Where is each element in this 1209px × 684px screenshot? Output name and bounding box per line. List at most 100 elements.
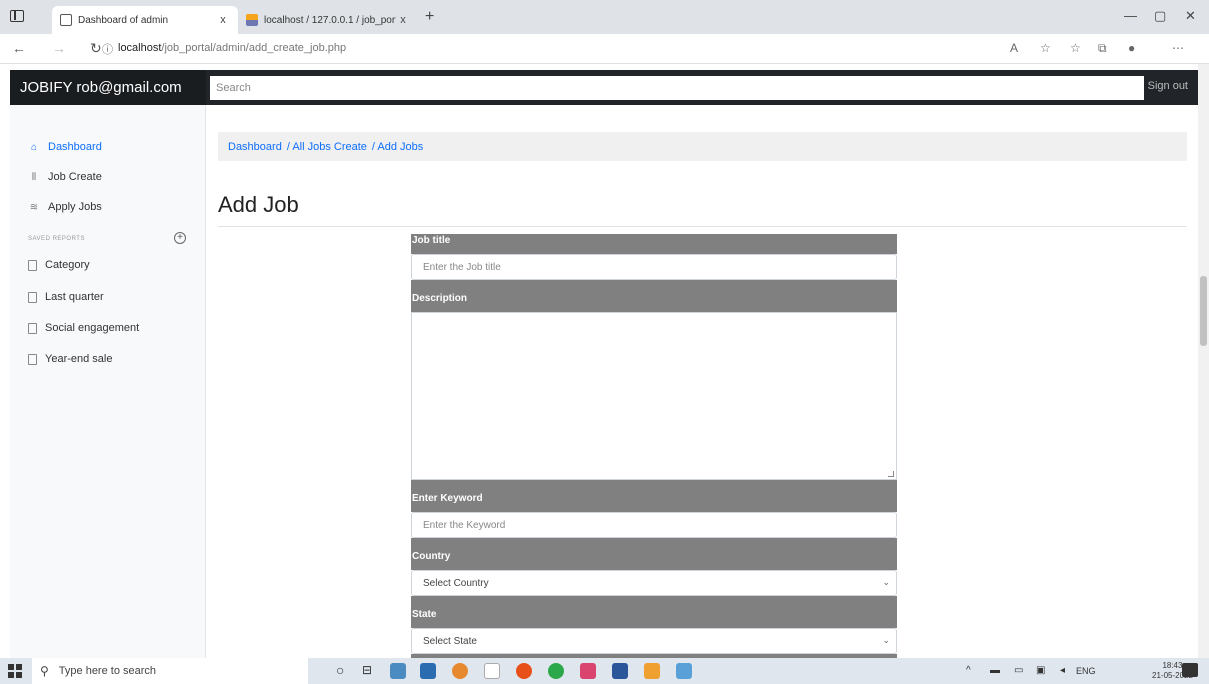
tab-title: localhost / 127.0.0.1 / job_portal bbox=[264, 14, 396, 26]
file-text-icon bbox=[28, 259, 37, 271]
read-aloud-icon[interactable]: A bbox=[1010, 41, 1018, 55]
sidebar-item-label: Year-end sale bbox=[45, 353, 113, 365]
state-select-value: Select State bbox=[423, 635, 477, 647]
resize-handle-icon[interactable] bbox=[888, 471, 894, 477]
app-icon[interactable] bbox=[580, 663, 596, 679]
sidebar-item-dashboard[interactable]: ⌂ Dashboard bbox=[28, 141, 102, 153]
chevron-down-icon: ⌄ bbox=[882, 577, 890, 587]
file-text-icon bbox=[28, 353, 37, 365]
bar-chart-icon: ⫴ bbox=[31, 171, 37, 183]
onedrive-icon[interactable]: ▣ bbox=[1036, 665, 1045, 676]
saved-reports-heading: SAVED REPORTS bbox=[28, 236, 85, 242]
more-icon[interactable]: ⋯ bbox=[1172, 41, 1184, 55]
file-text-icon bbox=[28, 322, 37, 334]
photos-icon[interactable] bbox=[676, 663, 692, 679]
brand[interactable]: JOBIFY rob@gmail.com bbox=[10, 70, 206, 105]
tab-phpmyadmin[interactable]: localhost / 127.0.0.1 / job_portal x bbox=[238, 6, 418, 34]
taskbar-search[interactable]: ⚲ Type here to search bbox=[32, 658, 308, 684]
sidebar-item-label: Category bbox=[45, 259, 90, 271]
windows-taskbar: ⚲ Type here to search ○ ⊟ ^ ▬ ▭ ▣ ◂ ENG … bbox=[0, 658, 1209, 684]
sidebar-item-label: Dashboard bbox=[48, 141, 102, 153]
search-icon: ⚲ bbox=[40, 664, 49, 678]
taskbar-search-placeholder: Type here to search bbox=[58, 665, 157, 677]
sublime-icon[interactable] bbox=[644, 663, 660, 679]
network-icon[interactable]: ▬ bbox=[990, 665, 1000, 676]
close-tab-icon[interactable]: x bbox=[396, 14, 410, 26]
add-job-form: Job title Enter the Job title Descriptio… bbox=[411, 234, 897, 658]
minimize-button[interactable]: — bbox=[1124, 8, 1137, 23]
scroll-thumb[interactable] bbox=[1200, 276, 1207, 346]
favorite-star-icon[interactable]: ☆ bbox=[1040, 41, 1051, 55]
task-view-icon[interactable]: ⊟ bbox=[362, 663, 372, 677]
sidebar-item-label: Apply Jobs bbox=[48, 201, 102, 213]
search-input[interactable] bbox=[210, 76, 1144, 100]
chevron-down-icon: ⌄ bbox=[882, 635, 890, 645]
state-label: State bbox=[411, 596, 897, 628]
state-select[interactable]: Select State ⌄ bbox=[411, 628, 897, 654]
forward-icon[interactable]: → bbox=[52, 40, 66, 56]
volume-icon[interactable]: ◂ bbox=[1060, 665, 1065, 676]
keyword-label: Enter Keyword bbox=[411, 480, 897, 512]
description-label: Description bbox=[411, 280, 897, 312]
job-title-label: Job title bbox=[411, 234, 897, 254]
url-host: localhost bbox=[118, 42, 162, 54]
sidebar-item-social-engagement[interactable]: Social engagement bbox=[28, 322, 139, 334]
tab-title: Dashboard of admin bbox=[78, 14, 169, 26]
word-icon[interactable] bbox=[612, 663, 628, 679]
breadcrumb-add-jobs[interactable]: / Add Jobs bbox=[372, 141, 423, 153]
breadcrumb-dashboard[interactable]: Dashboard bbox=[228, 141, 282, 153]
country-label: Country bbox=[411, 538, 897, 570]
description-textarea[interactable] bbox=[411, 312, 897, 480]
back-icon[interactable]: ← bbox=[12, 40, 26, 56]
notification-icon[interactable] bbox=[1182, 663, 1198, 677]
sidebar: ⌂ Dashboard ⫴ Job Create ≋ Apply Jobs SA… bbox=[10, 105, 206, 658]
maximize-button[interactable]: ▢ bbox=[1154, 8, 1166, 24]
firefox-icon[interactable] bbox=[516, 663, 532, 679]
xampp-icon[interactable] bbox=[452, 663, 468, 679]
language-indicator[interactable]: ENG bbox=[1076, 666, 1096, 676]
close-window-button[interactable]: ✕ bbox=[1185, 8, 1196, 24]
close-tab-icon[interactable]: x bbox=[216, 14, 230, 26]
tab-dashboard-admin[interactable]: Dashboard of admin x bbox=[52, 6, 238, 34]
file-text-icon bbox=[28, 291, 37, 303]
file-explorer-icon[interactable] bbox=[390, 663, 406, 679]
divider bbox=[218, 226, 1187, 227]
breadcrumb-all-jobs-create[interactable]: / All Jobs Create bbox=[287, 141, 367, 153]
job-title-input[interactable]: Enter the Job title bbox=[411, 254, 897, 280]
info-icon[interactable]: ⓘ bbox=[102, 41, 113, 57]
favorites-icon[interactable]: ☆ bbox=[1070, 41, 1081, 55]
chrome-icon[interactable] bbox=[548, 663, 564, 679]
country-select[interactable]: Select Country ⌄ bbox=[411, 570, 897, 596]
windows-start-icon[interactable] bbox=[8, 664, 22, 678]
page-icon bbox=[60, 14, 72, 26]
new-tab-button[interactable]: + bbox=[425, 8, 434, 26]
mail-icon[interactable] bbox=[420, 663, 436, 679]
breadcrumb: Dashboard / All Jobs Create / Add Jobs bbox=[218, 132, 1187, 161]
chevron-up-icon[interactable]: ^ bbox=[966, 665, 971, 676]
sign-out-link[interactable]: Sign out bbox=[1148, 80, 1188, 92]
url-field[interactable]: localhost/job_portal/admin/add_create_jo… bbox=[118, 42, 346, 54]
phpmyadmin-icon bbox=[246, 14, 258, 26]
sidebar-item-last-quarter[interactable]: Last quarter bbox=[28, 291, 104, 303]
tab-actions-icon[interactable] bbox=[10, 10, 24, 22]
browser-tab-strip: Dashboard of admin x localhost / 127.0.0… bbox=[0, 0, 1209, 34]
sidebar-item-year-end-sale[interactable]: Year-end sale bbox=[28, 353, 112, 365]
keyword-input[interactable]: Enter the Keyword bbox=[411, 512, 897, 538]
sidebar-item-category[interactable]: Category bbox=[28, 259, 90, 271]
page-scrollbar[interactable] bbox=[1198, 64, 1209, 658]
country-select-value: Select Country bbox=[423, 577, 489, 589]
sidebar-item-job-create[interactable]: ⫴ Job Create bbox=[28, 171, 102, 183]
layers-icon: ≋ bbox=[29, 201, 39, 213]
sidebar-item-label: Social engagement bbox=[45, 322, 140, 334]
sidebar-item-label: Last quarter bbox=[45, 291, 104, 303]
battery-icon[interactable]: ▭ bbox=[1014, 665, 1023, 676]
collections-icon[interactable]: ⧉ bbox=[1098, 41, 1107, 56]
notepad-icon[interactable] bbox=[484, 663, 500, 679]
add-report-button[interactable]: + bbox=[174, 232, 186, 244]
profile-icon[interactable]: ● bbox=[1128, 41, 1135, 55]
page-title: Add Job bbox=[218, 192, 299, 217]
cortana-icon[interactable]: ○ bbox=[336, 662, 344, 678]
address-bar: ← → ↻ ⓘ localhost/job_portal/admin/add_c… bbox=[0, 34, 1209, 64]
refresh-icon[interactable]: ↻ bbox=[90, 40, 102, 57]
sidebar-item-apply-jobs[interactable]: ≋ Apply Jobs bbox=[28, 201, 102, 213]
